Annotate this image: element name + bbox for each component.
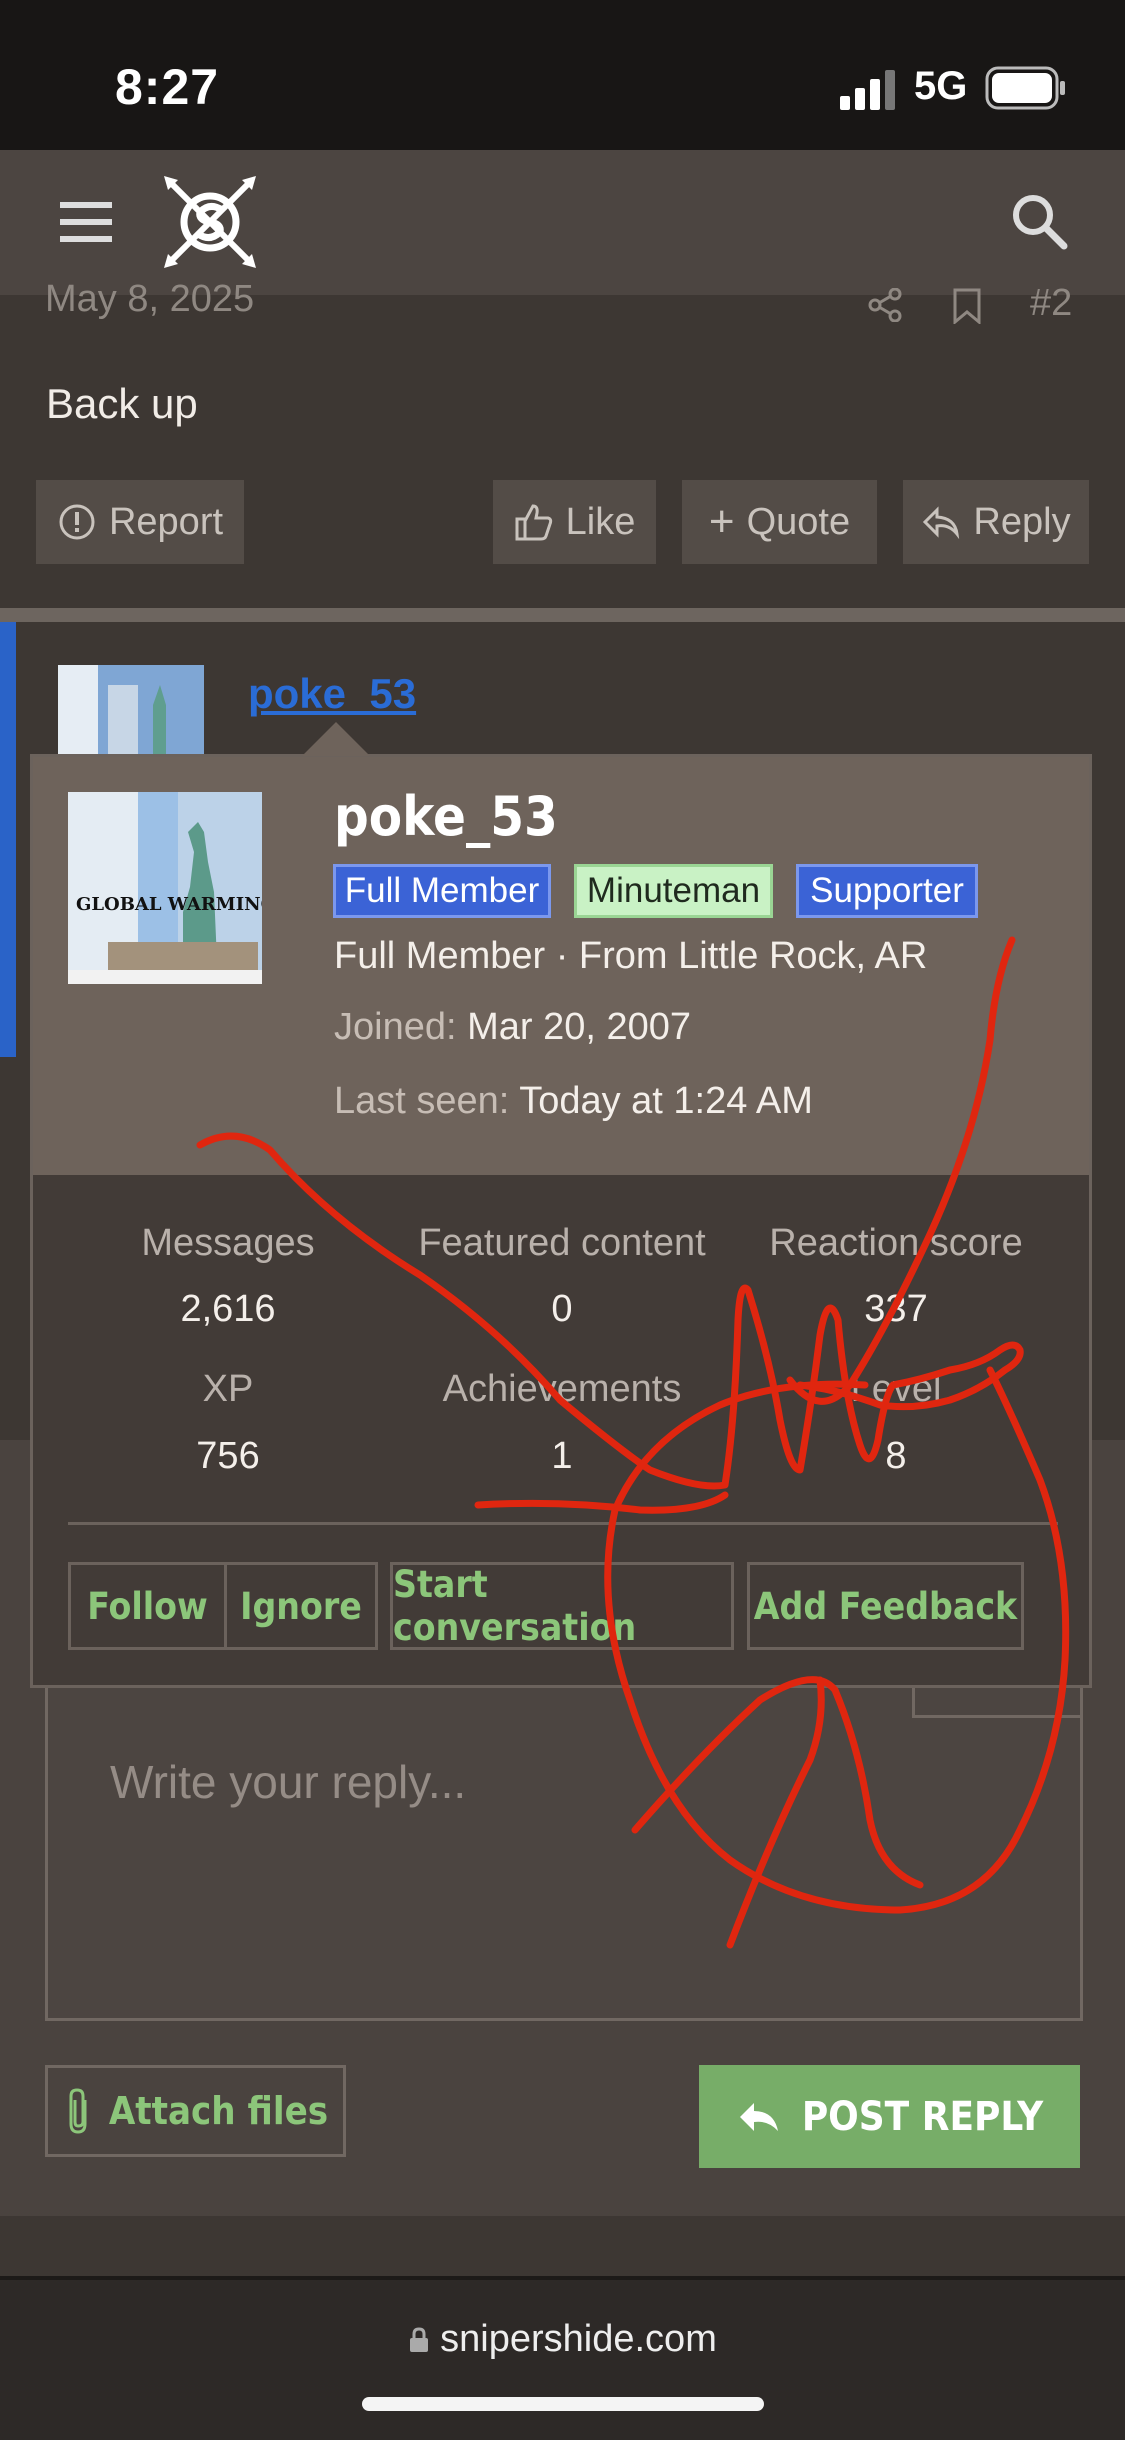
post-divider [0,608,1125,622]
last-seen-label: Last seen: [334,1080,510,1122]
post-username[interactable]: poke_53 [248,670,416,718]
start-conversation-button[interactable]: Start conversation [390,1562,734,1650]
status-time: 8:27 [115,59,220,115]
post-accent-bar [0,622,16,1057]
tooltip-arrow [302,722,370,756]
network-label: 5G [914,64,968,108]
stat-value: 8 [885,1435,907,1477]
attach-files-label: Attach files [108,2089,329,2133]
reply-placeholder: Write your reply... [110,1756,467,1808]
member-last-seen: Last seen: Today at 1:24 AM [334,1080,813,1123]
post-reply-label: POST REPLY [801,2093,1044,2140]
stat-value[interactable]: 337 [726,1288,1066,1331]
footer-gap [0,2216,1125,2276]
stat-label: Level [850,1368,942,1410]
plus-icon: + [708,497,735,546]
badge-minuteman: Minuteman [574,864,773,918]
battery-icon [985,66,1065,110]
stat-label: Messages [141,1222,315,1264]
home-indicator[interactable] [362,2397,764,2411]
post-avatar[interactable] [58,665,204,765]
thumbs-up-icon [515,504,552,541]
signal-icon [840,70,895,110]
report-button[interactable]: Report [36,480,244,564]
stat-value[interactable]: 1 [392,1435,732,1478]
reply-arrow-icon [739,2102,778,2131]
post-date[interactable]: May 8, 2025 [45,278,254,321]
quote-label: Quote [746,500,851,543]
post-number[interactable]: #2 [1030,282,1072,325]
badge-full-member: Full Member [333,864,551,918]
post-body: Back up [46,380,198,427]
sniper-logo-icon[interactable] [160,172,260,272]
reply-button[interactable]: Reply [903,480,1089,564]
reply-arrow-icon [923,506,960,540]
add-feedback-button[interactable]: Add Feedback [747,1562,1024,1650]
joined-label: Joined: [334,1006,457,1048]
member-username[interactable]: poke_53 [334,785,558,848]
quote-button[interactable]: + Quote [682,480,877,564]
stat-label: Reaction score [769,1222,1023,1264]
url-label: snipershide.com [440,2318,717,2360]
last-seen-value: Today at 1:24 AM [519,1080,813,1122]
tooltip-separator [68,1522,1058,1525]
badge-supporter: Supporter [796,864,978,918]
avatar-caption: GLOBAL WARMING [76,894,262,915]
member-title-line: Full Member · From Little Rock, AR [334,935,928,977]
stat-value: 756 [196,1435,260,1477]
url-text[interactable]: snipershide.com [0,2318,1125,2361]
like-button[interactable]: Like [493,480,656,564]
post-reply-button[interactable]: POST REPLY [699,2065,1080,2168]
paperclip-icon [69,2088,87,2134]
stat-label: Featured content [418,1222,706,1264]
hamburger-menu-icon[interactable] [60,202,112,242]
reply-label: Reply [973,500,1071,543]
report-label: Report [108,500,224,543]
stat-value[interactable]: 0 [392,1288,732,1331]
search-icon[interactable] [1010,192,1068,250]
member-avatar[interactable]: GLOBAL WARMING [68,792,262,984]
ignore-button[interactable]: Ignore [224,1562,378,1650]
stat-label: XP [202,1368,254,1410]
like-label: Like [565,500,636,543]
stat-value[interactable]: 2,616 [58,1288,398,1331]
lock-icon [410,2327,429,2352]
attach-files-button[interactable]: Attach files [45,2065,346,2157]
reply-editor[interactable] [45,1665,1083,2021]
alert-icon [59,504,95,540]
joined-value: Mar 20, 2007 [467,1006,692,1048]
stat-label: Achievements [442,1368,682,1410]
follow-button[interactable]: Follow [68,1562,227,1650]
bookmark-icon[interactable] [952,288,982,324]
member-joined: Joined: Mar 20, 2007 [334,1006,691,1049]
share-icon[interactable] [868,288,902,322]
